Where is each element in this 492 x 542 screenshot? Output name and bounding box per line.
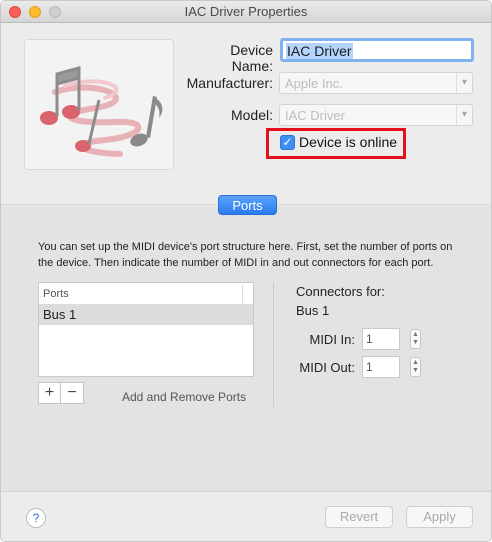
- midi-in-label: MIDI In:: [309, 332, 355, 347]
- manufacturer-value: Apple Inc.: [285, 76, 343, 91]
- model-label: Model:: [230, 107, 273, 123]
- tab-ports[interactable]: Ports: [218, 195, 277, 215]
- ports-description: You can set up the MIDI device's port st…: [38, 241, 453, 269]
- help-button[interactable]: ?: [26, 508, 46, 528]
- remove-port-button[interactable]: −: [61, 383, 83, 403]
- ports-list[interactable]: Ports Bus 1: [38, 282, 254, 377]
- list-item[interactable]: Bus 1: [39, 305, 253, 325]
- midi-in-stepper[interactable]: ▲ ▼: [410, 329, 421, 349]
- ports-list-header: Ports: [39, 283, 253, 305]
- title-bar[interactable]: IAC Driver Properties: [1, 1, 491, 23]
- apply-button[interactable]: Apply: [406, 506, 473, 528]
- midi-music-notes-icon: [40, 66, 163, 157]
- device-online-checkbox[interactable]: ✓: [280, 135, 295, 150]
- model-value: IAC Driver: [285, 108, 345, 123]
- device-name-field[interactable]: IAC Driver: [280, 38, 474, 62]
- connectors-bus-name: Bus 1: [296, 303, 330, 318]
- device-name-label: Device Name:: [230, 42, 273, 74]
- manufacturer-label: Manufacturer:: [186, 75, 273, 91]
- device-info-section: Device Name: IAC Driver Manufacturer: Ap…: [1, 23, 491, 205]
- chevron-down-icon[interactable]: ▾: [456, 73, 472, 93]
- midi-out-stepper[interactable]: ▲ ▼: [410, 357, 421, 377]
- revert-button[interactable]: Revert: [325, 506, 393, 528]
- vertical-divider: [273, 282, 274, 407]
- model-combo[interactable]: IAC Driver ▾: [279, 104, 473, 126]
- chevron-down-icon[interactable]: ▾: [456, 105, 472, 125]
- midi-in-field[interactable]: 1: [362, 328, 400, 350]
- add-remove-caption: Add and Remove Ports: [122, 390, 247, 404]
- device-name-value: IAC Driver: [286, 43, 353, 59]
- device-online-label[interactable]: Device is online: [299, 134, 397, 150]
- add-remove-ports-control: + −: [38, 382, 84, 404]
- iac-driver-window: IAC Driver Properties Device Name: IAC D…: [0, 0, 492, 542]
- window-title: IAC Driver Properties: [184, 4, 308, 19]
- midi-out-label: MIDI Out:: [299, 360, 355, 375]
- midi-out-field[interactable]: 1: [362, 356, 400, 378]
- column-divider: [242, 285, 243, 303]
- device-icon-well[interactable]: [24, 39, 174, 170]
- connectors-title: Connectors for:: [296, 284, 385, 299]
- ports-list-header-label: Ports: [43, 288, 69, 300]
- ports-panel: You can set up the MIDI device's port st…: [1, 206, 491, 491]
- footer-bar: ? Revert Apply: [1, 491, 491, 541]
- add-port-button[interactable]: +: [39, 383, 61, 403]
- manufacturer-combo[interactable]: Apple Inc. ▾: [279, 72, 473, 94]
